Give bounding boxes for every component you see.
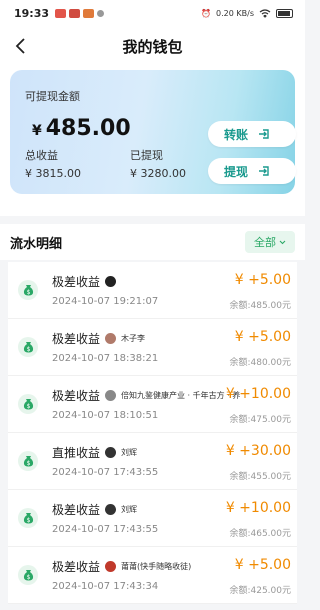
transaction-title: 极差收益 — [52, 273, 121, 290]
total-earnings-label: 总收益 — [25, 149, 58, 162]
transfer-label: 转账 — [224, 127, 249, 142]
user-avatar — [105, 561, 117, 572]
withdrawable-amount: ¥ 485.00 — [32, 116, 131, 141]
nav-bar: 我的钱包 — [0, 26, 305, 66]
transaction-source: 莆莆(快手随略收徒) — [121, 562, 192, 571]
transaction-type: 极差收益 — [52, 389, 101, 403]
notification-icons — [55, 8, 105, 18]
transfer-button[interactable]: 转账 — [208, 121, 296, 147]
back-icon[interactable] — [10, 35, 32, 57]
alarm-icon: ⏰ — [201, 8, 212, 18]
withdrawn-label: 已提现 — [130, 149, 163, 162]
transaction-balance: 余额:475.00元 — [229, 415, 291, 425]
transaction-time: 2024-10-07 17:43:55 — [52, 524, 159, 535]
user-avatar — [105, 390, 117, 401]
transaction-balance: 余额:480.00元 — [229, 358, 291, 368]
withdrawn-total: 已提现 ¥ 3280.00 — [130, 147, 186, 180]
transaction-balance: 余额:485.00元 — [229, 301, 291, 311]
transaction-balance: 余额:465.00元 — [229, 529, 291, 539]
withdrawn-value: ¥ 3280.00 — [130, 167, 186, 180]
transaction-type: 极差收益 — [52, 560, 101, 574]
transaction-source: 倍知九鉴健康产业 · 千年古方 · 养 — [121, 391, 241, 400]
transaction-title: 直推收益 刘辉 — [52, 444, 137, 461]
filter-label: 全部 — [254, 236, 276, 249]
svg-text:$: $ — [26, 460, 30, 467]
app-notification-icon — [69, 8, 81, 18]
transaction-title: 极差收益 木子李 — [52, 330, 145, 347]
user-avatar — [105, 333, 117, 344]
money-bag-icon: $ — [18, 565, 38, 585]
transaction-list: $ 极差收益 2024-10-07 19:21:07 ¥ +5.00 余额:48… — [0, 262, 305, 604]
transaction-source: 木子李 — [121, 334, 146, 343]
ledger-title: 流水明细 — [10, 236, 63, 252]
transaction-row[interactable]: $ 直推收益 刘辉 2024-10-07 17:43:55 ¥ +30.00 余… — [8, 433, 297, 490]
total-earnings-value: ¥ 3815.00 — [25, 167, 81, 180]
transaction-title: 极差收益 刘辉 — [52, 501, 137, 518]
transaction-source: 刘辉 — [121, 448, 138, 457]
status-time: 19:33 — [14, 6, 50, 20]
app-notification-icon — [55, 8, 67, 18]
money-bag-icon: $ — [18, 280, 38, 300]
transaction-time: 2024-10-07 17:43:34 — [52, 581, 159, 592]
chevron-down-icon — [279, 240, 286, 244]
withdraw-button[interactable]: 提现 — [208, 158, 296, 184]
money-bag-icon: $ — [18, 394, 38, 414]
svg-text:$: $ — [26, 403, 30, 410]
transaction-title: 极差收益 莆莆(快手随略收徒) — [52, 558, 191, 575]
transaction-amount: ¥ +5.00 — [234, 329, 291, 345]
transaction-amount: ¥ +30.00 — [225, 443, 291, 459]
transaction-row[interactable]: $ 极差收益 莆莆(快手随略收徒) 2024-10-07 17:43:34 ¥ … — [8, 547, 297, 604]
money-bag-icon: $ — [18, 451, 38, 471]
currency-symbol: ¥ — [32, 123, 42, 139]
transaction-time: 2024-10-07 18:10:51 — [52, 410, 159, 421]
ledger-header: 流水明细 全部 — [0, 224, 305, 260]
withdraw-label: 提现 — [224, 164, 249, 179]
battery-icon — [276, 8, 293, 18]
svg-text:$: $ — [26, 289, 30, 296]
transaction-type: 极差收益 — [52, 332, 101, 346]
transaction-title: 极差收益 倍知九鉴健康产业 · 千年古方 · 养 — [52, 387, 240, 404]
transaction-type: 直推收益 — [52, 446, 101, 460]
page-title: 我的钱包 — [122, 37, 183, 56]
transaction-amount: ¥ +5.00 — [234, 557, 291, 573]
svg-text:$: $ — [26, 346, 30, 353]
transaction-source: 刘辉 — [121, 505, 138, 514]
filter-dropdown[interactable]: 全部 — [245, 231, 295, 253]
withdrawable-label: 可提现金额 — [25, 90, 80, 103]
transaction-row[interactable]: $ 极差收益 2024-10-07 19:21:07 ¥ +5.00 余额:48… — [8, 262, 297, 319]
transaction-amount: ¥ +10.00 — [225, 500, 291, 516]
transaction-row[interactable]: $ 极差收益 刘辉 2024-10-07 17:43:55 ¥ +10.00 余… — [8, 490, 297, 547]
money-bag-icon: $ — [18, 508, 38, 528]
status-right: ⏰ 0.20 KB/s — [201, 8, 293, 18]
svg-text:$: $ — [26, 517, 30, 524]
app-notification-icon — [83, 8, 95, 18]
svg-text:$: $ — [26, 574, 30, 581]
transaction-time: 2024-10-07 19:21:07 — [52, 296, 159, 307]
transaction-balance: 余额:455.00元 — [229, 472, 291, 482]
user-avatar — [105, 447, 117, 458]
amount-value: 485.00 — [45, 116, 131, 141]
transaction-amount: ¥ +10.00 — [225, 386, 291, 402]
transaction-type: 极差收益 — [52, 503, 101, 517]
transfer-icon — [259, 129, 269, 139]
withdraw-icon — [259, 166, 269, 176]
transaction-row[interactable]: $ 极差收益 倍知九鉴健康产业 · 千年古方 · 养 2024-10-07 18… — [8, 376, 297, 433]
user-avatar — [105, 276, 117, 287]
transaction-time: 2024-10-07 18:38:21 — [52, 353, 159, 364]
status-bar: 19:33 ⏰ 0.20 KB/s — [0, 0, 305, 26]
total-earnings: 总收益 ¥ 3815.00 — [25, 147, 81, 180]
transaction-time: 2024-10-07 17:43:55 — [52, 467, 159, 478]
transaction-type: 极差收益 — [52, 275, 101, 289]
user-avatar — [105, 504, 117, 515]
transaction-row[interactable]: $ 极差收益 木子李 2024-10-07 18:38:21 ¥ +5.00 余… — [8, 319, 297, 376]
transaction-amount: ¥ +5.00 — [234, 272, 291, 288]
network-speed: 0.20 KB/s — [216, 8, 254, 18]
dot-icon — [97, 9, 105, 17]
wifi-icon — [259, 8, 271, 18]
transaction-balance: 余额:425.00元 — [229, 586, 291, 596]
money-bag-icon: $ — [18, 337, 38, 357]
